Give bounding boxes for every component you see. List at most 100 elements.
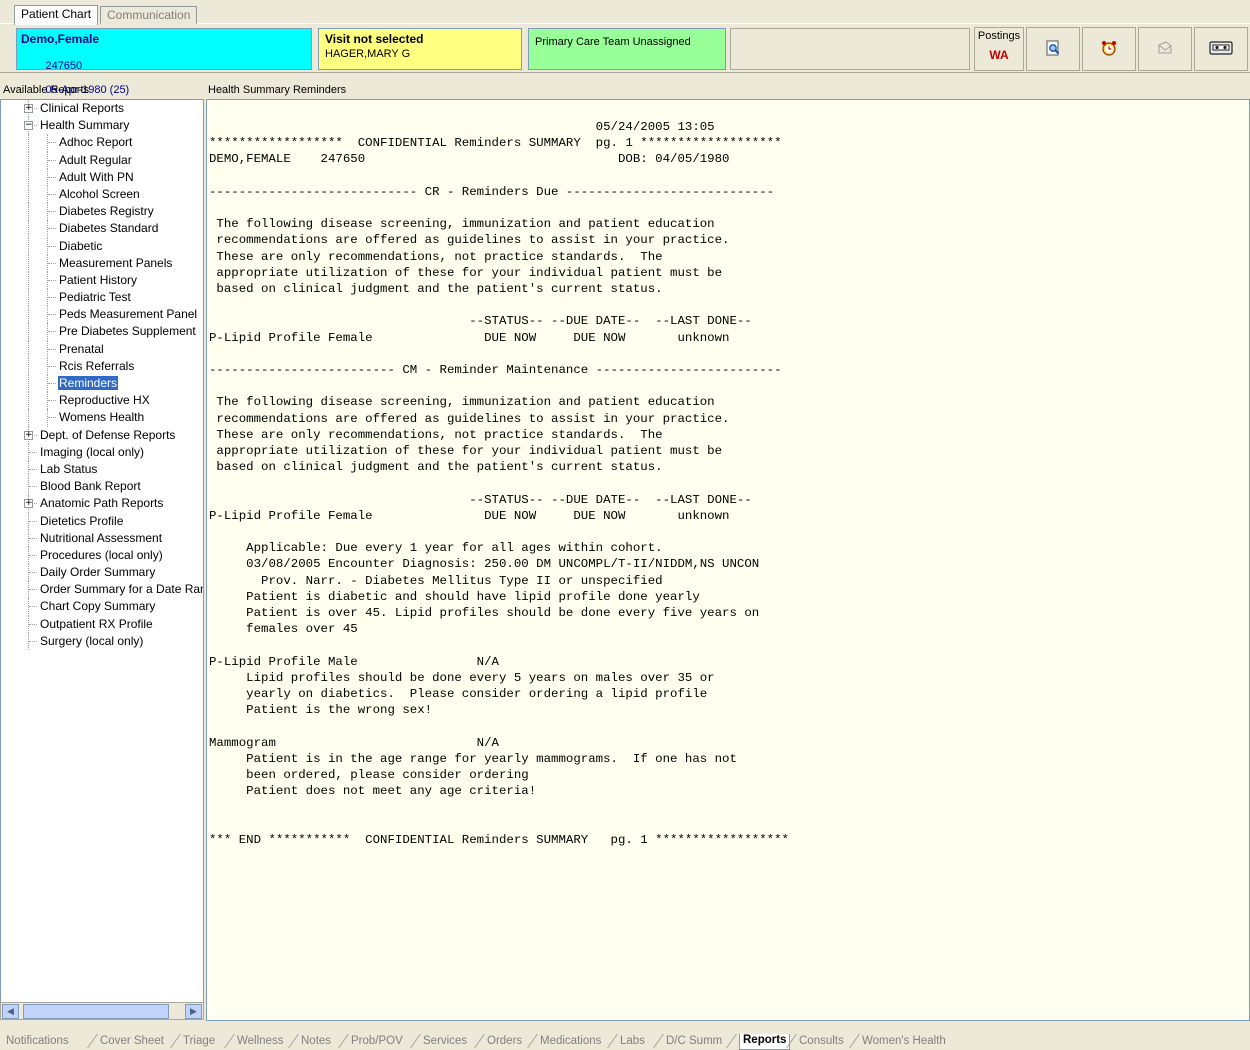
report-line: *** END *********** CONFIDENTIAL Reminde… [209,832,789,847]
report-line: yearly on diabetics. Please consider ord… [209,687,708,702]
tree-item[interactable]: Reminders [1,375,203,393]
chart-tab[interactable]: Cover Sheet [100,1035,164,1047]
tree-horizontal-scrollbar[interactable]: ◀ ▶ [0,1002,204,1020]
collapse-icon[interactable]: − [24,121,33,131]
report-line [209,346,789,362]
tree-item[interactable]: Surgery (local only) [1,632,203,650]
report-text: 05/24/2005 13:05 ****************** CONFI… [209,119,789,848]
report-line [209,638,789,654]
tree-item-label: Nutritional Assessment [40,530,163,545]
tree-item-label: Prenatal [59,341,104,356]
report-line: Patient does not meet any age criteria! [209,784,537,799]
tree-item-label: Procedures (local only) [40,547,163,562]
app-window: Patient Chart Communication Demo,Female … [0,0,1250,1050]
tree-item[interactable]: Imaging (local only) [1,443,203,461]
tree-item-label: Diabetes Standard [59,221,159,236]
alarm-button[interactable] [1082,27,1136,71]
tape-button[interactable] [1194,27,1248,71]
tree-item[interactable]: Daily Order Summary [1,564,203,582]
tree-item-label: Surgery (local only) [40,633,144,648]
report-line [209,168,789,184]
chart-tab[interactable]: Medications [540,1035,601,1047]
tree-item[interactable]: + Anatomic Path Reports [1,495,203,513]
report-preview-button[interactable] [1026,27,1080,71]
chart-tab[interactable]: Services [423,1035,467,1047]
report-line: appropriate utilization of these for you… [209,265,723,280]
tab-patient-chart[interactable]: Patient Chart [14,5,99,25]
report-line [209,524,789,540]
tree-item-label: Clinical Reports [40,101,125,115]
tree-item[interactable]: Adhoc Report [1,134,203,152]
tree-item[interactable]: Dietetics Profile [1,512,203,530]
report-line: Prov. Narr. - Diabetes Mellitus Type II … [209,573,663,588]
chart-tab[interactable]: Notes [301,1035,331,1047]
chart-tab[interactable]: Reports [739,1034,791,1050]
scroll-right-button[interactable]: ▶ [185,1004,202,1019]
postings-button[interactable]: Postings WA [974,27,1024,71]
report-line: appropriate utilization of these for you… [209,444,723,459]
report-line: P-Lipid Profile Female DUE NOW DUE NOW u… [209,330,730,345]
tree-item[interactable]: Alcohol Screen [1,185,203,204]
primary-care-team-box[interactable]: Primary Care Team Unassigned [528,28,726,70]
report-line: Mammogram N/A [209,735,499,750]
tree-item[interactable]: Chart Copy Summary [1,598,203,616]
tree-item[interactable]: Patient History [1,271,203,290]
chart-tab[interactable]: D/C Summ [666,1035,722,1047]
available-reports-panel: Available Reports + Clinical Reports − Heal… [0,84,204,1022]
tree-item[interactable]: Blood Bank Report [1,478,203,496]
tree-item[interactable]: Adult With PN [1,168,203,186]
tree-item[interactable]: Rcis Referrals [1,357,203,375]
report-tree[interactable]: + Clinical Reports − Health Summary Adhoc Re… [0,99,204,1010]
tree-item[interactable]: Outpatient RX Profile [1,615,203,633]
tree-item-label: Peds Measurement Panel [59,307,198,322]
mail-button[interactable] [1138,27,1192,71]
tree-item[interactable]: Lab Status [1,460,203,479]
report-line: --STATUS-- --DUE DATE-- --LAST DONE-- [209,314,752,329]
tree-item[interactable]: Peds Measurement Panel [1,306,203,324]
tree-item[interactable]: Prenatal [1,340,203,358]
tree-item[interactable]: Nutritional Assessment [1,529,203,547]
tree-item[interactable]: Order Summary for a Date Rang [1,581,203,599]
tree-item[interactable]: Womens Health [1,409,203,427]
tree-item[interactable]: Diabetes Standard [1,220,203,238]
tree-item[interactable]: Measurement Panels [1,254,203,272]
expand-icon[interactable]: + [24,104,33,113]
tree-item[interactable]: Procedures (local only) [1,546,203,565]
expand-icon[interactable]: + [24,430,33,440]
tree-item[interactable]: + Clinical Reports [1,100,203,118]
tree-item[interactable]: Diabetes Registry [1,203,203,221]
tree-item-label: Pediatric Test [59,290,131,305]
chart-tab[interactable]: Wellness [237,1035,283,1047]
report-line: recommendations are offered as guideline… [209,233,730,248]
chart-tab[interactable]: Labs [620,1035,645,1047]
report-line [209,719,789,735]
report-line: --STATUS-- --DUE DATE-- --LAST DONE-- [209,492,752,507]
report-line: ****************** CONFIDENTIAL Reminder… [209,136,782,151]
report-viewer[interactable]: 05/24/2005 13:05 ****************** CONFI… [206,99,1250,1021]
tree-item[interactable]: + Dept. of Defense Reports [1,426,203,444]
tree-item[interactable]: Adult Regular [1,151,203,169]
tree-item[interactable]: Pediatric Test [1,289,203,307]
chart-tab[interactable]: Notifications [6,1035,69,1047]
tree-item-label: Pre Diabetes Supplement [59,324,196,339]
patient-info-box[interactable]: Demo,Female 247650 05-Apr-1980 (25) F [16,28,312,120]
report-line [209,475,789,491]
chart-tab[interactable]: Women's Health [862,1035,946,1047]
tree-item[interactable]: Diabetic [1,237,203,255]
scroll-thumb[interactable] [23,1004,169,1019]
tree-item[interactable]: Pre Diabetes Supplement [1,323,203,341]
expand-icon[interactable]: + [24,499,33,509]
tab-communication[interactable]: Communication [100,6,198,24]
tree-item-label: Alcohol Screen [59,186,140,201]
chart-tab[interactable]: Orders [487,1035,522,1047]
tree-item[interactable]: Reproductive HX [1,392,203,410]
chart-tab[interactable]: Prob/POV [351,1035,403,1047]
visit-info-box[interactable]: Visit not selected HAGER,MARY G [318,28,522,70]
scroll-left-button[interactable]: ◀ [2,1004,19,1019]
tree-item-label: Reproductive HX [59,393,150,408]
tree-item-label: Health Summary [40,118,130,133]
chart-tab[interactable]: Consults [799,1035,844,1047]
chart-tab[interactable]: Triage [183,1035,215,1047]
tree-item-label: Dept. of Defense Reports [40,427,176,442]
tree-item[interactable]: − Health Summary [1,117,203,135]
